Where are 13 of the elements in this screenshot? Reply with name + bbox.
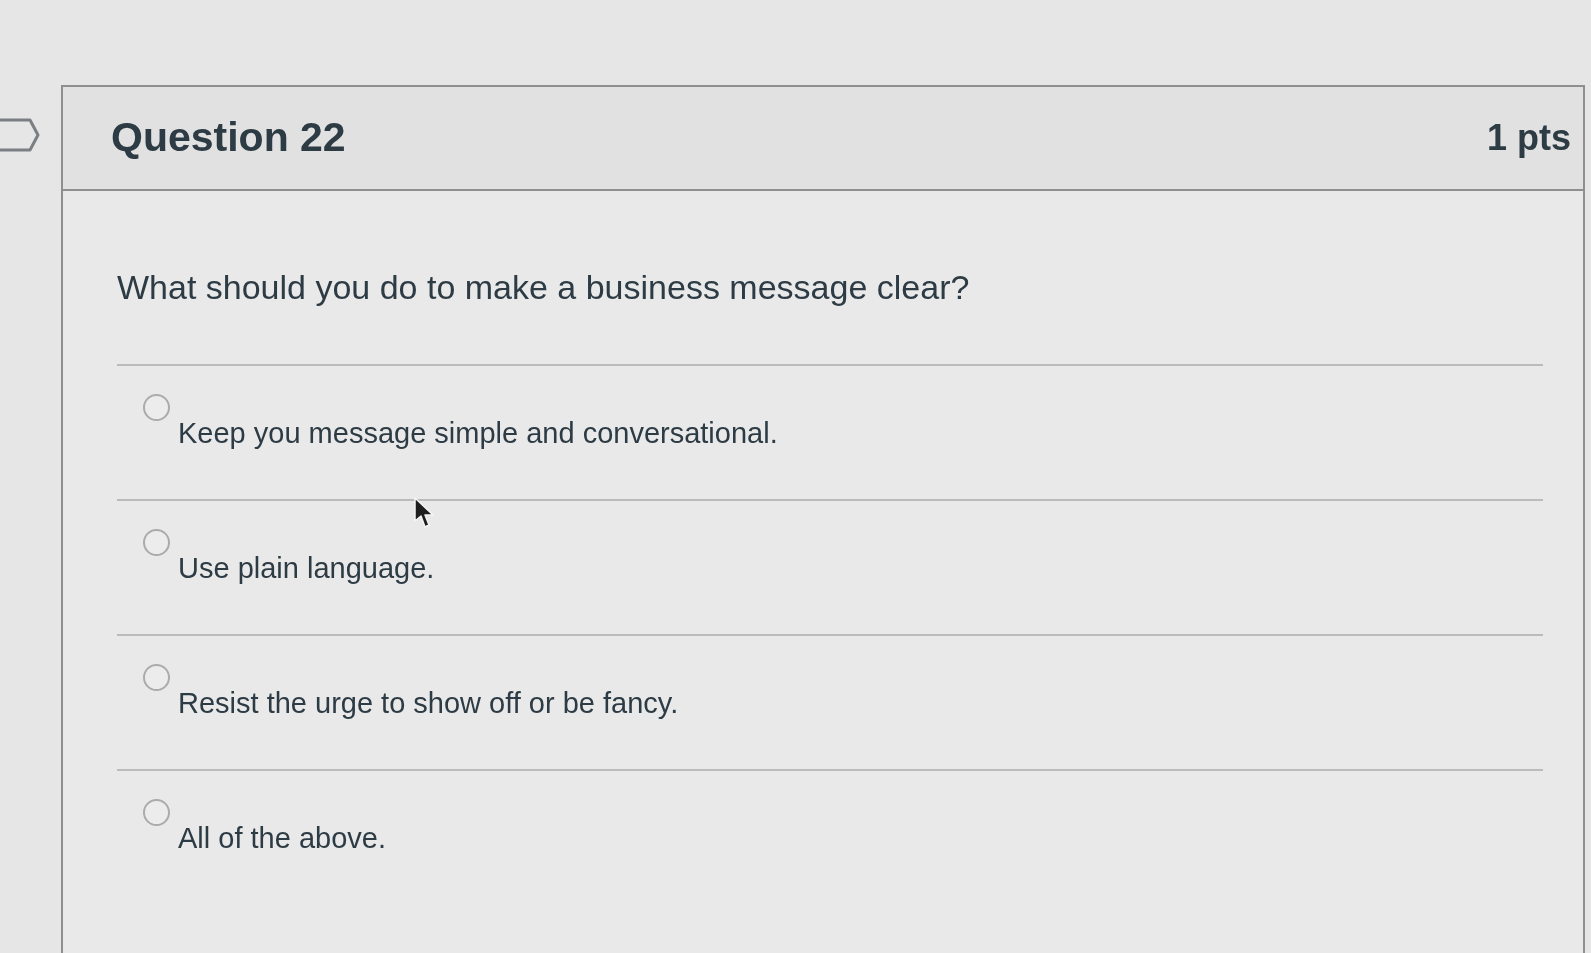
answer-label[interactable]: Keep you message simple and conversational.: [178, 416, 778, 450]
radio-button[interactable]: [143, 529, 170, 556]
radio-button[interactable]: [143, 799, 170, 826]
question-title: Question 22: [111, 113, 346, 163]
radio-button[interactable]: [143, 664, 170, 691]
points-label: 1 pts: [1486, 116, 1571, 160]
answer-label[interactable]: All of the above.: [178, 821, 386, 855]
flag-icon[interactable]: [0, 118, 40, 152]
answer-label[interactable]: Use plain language.: [178, 551, 435, 585]
cursor-icon: [414, 497, 434, 529]
question-text: What should you do to make a business message clear?: [117, 267, 971, 307]
radio-button[interactable]: [143, 394, 170, 421]
answer-label[interactable]: Resist the urge to show off or be fancy.: [178, 686, 679, 720]
